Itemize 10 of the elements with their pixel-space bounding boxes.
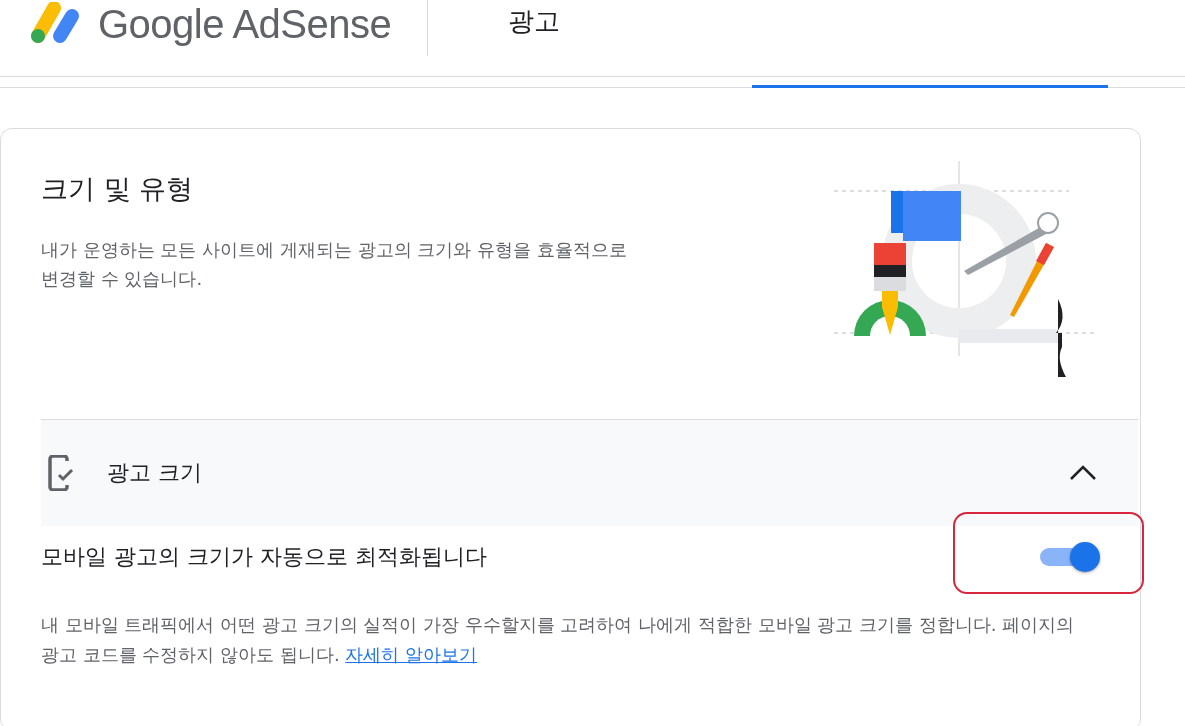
- setting-description: 내 모바일 트래픽에서 어떤 광고 크기의 실적이 가장 우수할지를 고려하여 나에게 적합한 모바일 광고 크기를 정합니다. 페이지의 광고 코드를 수정하지 않아도 됩니다. 자세히 알아보기: [41, 613, 1076, 667]
- toggle-switch[interactable]: [1038, 542, 1100, 572]
- page-title: 광고: [508, 5, 561, 38]
- card-description: 내가 운영하는 모든 사이트에 게재되는 광고의 크기와 유형을 효율적으로 변경할 수 있습니다.: [41, 238, 628, 291]
- learn-more-link[interactable]: 자세히 알아보기: [345, 644, 478, 665]
- card-title: 크기 및 유형: [41, 172, 195, 206]
- section-title: 광고 크기: [107, 459, 203, 487]
- phone-check-icon: [47, 455, 75, 491]
- logo-text: Google AdSense: [98, 1, 392, 47]
- setting-label: 모바일 광고의 크기가 자동으로 최적화됩니다: [41, 543, 487, 571]
